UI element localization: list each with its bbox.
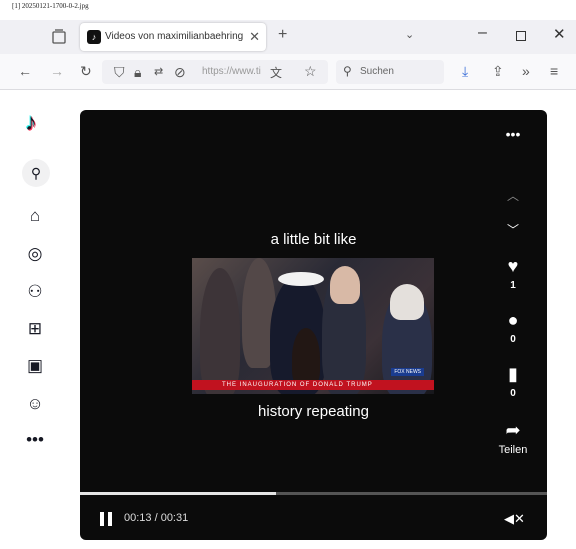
search-icon: ⚲ xyxy=(343,64,352,78)
explore-compass-icon[interactable]: ◎ xyxy=(22,241,48,267)
permissions-icon[interactable]: ⇄ xyxy=(154,65,163,78)
live-icon[interactable]: ▣ xyxy=(22,353,48,379)
chevron-down-icon[interactable]: ﹀ xyxy=(494,220,532,240)
more-options-icon[interactable]: ••• xyxy=(494,124,532,144)
translate-icon[interactable]: 文 xyxy=(270,64,282,81)
sidebar-search-icon[interactable]: ⚲ xyxy=(22,159,50,187)
url-text: https://www.ti xyxy=(202,66,261,77)
more-dots-icon[interactable]: ••• xyxy=(22,427,48,453)
bookmark-count: 0 xyxy=(510,388,516,399)
share-label: Teilen xyxy=(498,444,528,456)
share-button[interactable]: ➦ Teilen xyxy=(494,420,532,456)
tiktok-sidebar: ♪ ♪ ♪ ⚲ ⌂ ◎ ⚇ ⊞ ▣ ☺ ••• xyxy=(0,91,72,549)
maximize-button[interactable] xyxy=(516,31,526,41)
profile-icon[interactable]: ☺ xyxy=(22,391,48,417)
active-tab[interactable]: ♪ Videos von maximilianbaehring ✕ xyxy=(80,23,266,51)
shield-icon[interactable]: ⛉ xyxy=(114,64,125,81)
chevron-up-icon[interactable]: ︿ xyxy=(494,186,532,206)
home-icon[interactable]: ⌂ xyxy=(22,203,48,229)
tab-list-icon[interactable] xyxy=(50,28,68,46)
share-arrow-icon: ➦ xyxy=(505,420,521,440)
tiktok-favicon-icon: ♪ xyxy=(87,30,101,44)
autoplay-blocked-icon[interactable]: ⊘ xyxy=(174,64,186,81)
progress-bar[interactable] xyxy=(80,492,547,495)
bookmark-star-icon[interactable]: ☆ xyxy=(304,63,317,80)
subtitle-top: a little bit like xyxy=(270,231,357,248)
back-arrow-icon[interactable]: ← xyxy=(18,63,32,79)
following-icon[interactable]: ⚇ xyxy=(22,279,48,305)
tab-title: Videos von maximilianbaehring xyxy=(105,31,244,42)
tab-bar: ♪ Videos von maximilianbaehring ✕ + ⌄ – … xyxy=(0,20,576,54)
comment-icon[interactable]: ● 0 xyxy=(494,310,532,345)
comment-count: 0 xyxy=(510,334,516,345)
subtitle-bottom: history repeating xyxy=(258,403,369,420)
new-tab-button[interactable]: + xyxy=(278,26,287,44)
minimize-button[interactable]: – xyxy=(478,24,487,42)
window-close-button[interactable]: ✕ xyxy=(553,25,566,43)
time-display: 00:13 / 00:31 xyxy=(124,512,189,524)
url-bar[interactable]: ⛉ 🔒︎ ⇄ ⊘ https://www.ti 文 ☆ xyxy=(102,60,328,84)
news-logo: FOX NEWS xyxy=(391,368,424,376)
upload-icon[interactable]: ⊞ xyxy=(22,316,48,342)
chevron-down-icon[interactable]: ⌄ xyxy=(405,28,414,41)
download-icon[interactable]: ⤓ xyxy=(462,63,468,80)
lock-icon[interactable]: 🔒︎ xyxy=(134,64,141,81)
progress-fill xyxy=(80,492,277,495)
news-banner: THE INAUGURATION OF DONALD TRUMP xyxy=(192,380,434,390)
video-player[interactable]: a little bit like FOX NEWS THE INAUGURAT… xyxy=(80,110,547,540)
like-heart-icon[interactable]: ♥ 1 xyxy=(494,256,532,291)
like-count: 1 xyxy=(510,280,516,291)
tiktok-logo-icon[interactable]: ♪ ♪ ♪ xyxy=(22,108,50,138)
overflow-chevrons-icon[interactable]: » xyxy=(522,63,530,79)
mute-icon[interactable]: ◀✕ xyxy=(504,511,525,527)
pause-icon[interactable] xyxy=(100,512,114,526)
share-page-icon[interactable]: ⇪ xyxy=(492,63,504,80)
reload-icon[interactable]: ↻ xyxy=(80,63,92,80)
close-tab-icon[interactable]: ✕ xyxy=(249,29,260,45)
nav-bar: ← → ↻ ⛉ 🔒︎ ⇄ ⊘ https://www.ti 文 ☆ ⚲ Such… xyxy=(0,54,576,90)
forward-arrow-icon[interactable]: → xyxy=(50,63,64,79)
video-actions: ••• ︿ ﹀ ♥ 1 ● 0 ▮ 0 ➦ Teilen xyxy=(494,110,532,490)
image-caption: [1] 20250121-1700-0-2.jpg xyxy=(12,2,89,10)
bookmark-icon[interactable]: ▮ 0 xyxy=(494,364,532,399)
video-frame: FOX NEWS THE INAUGURATION OF DONALD TRUM… xyxy=(192,258,434,394)
app-menu-icon[interactable]: ≡ xyxy=(550,63,558,79)
search-bar[interactable]: ⚲ Suchen xyxy=(336,60,444,84)
search-placeholder: Suchen xyxy=(360,66,394,77)
news-banner-text: THE INAUGURATION OF DONALD TRUMP xyxy=(222,382,373,388)
